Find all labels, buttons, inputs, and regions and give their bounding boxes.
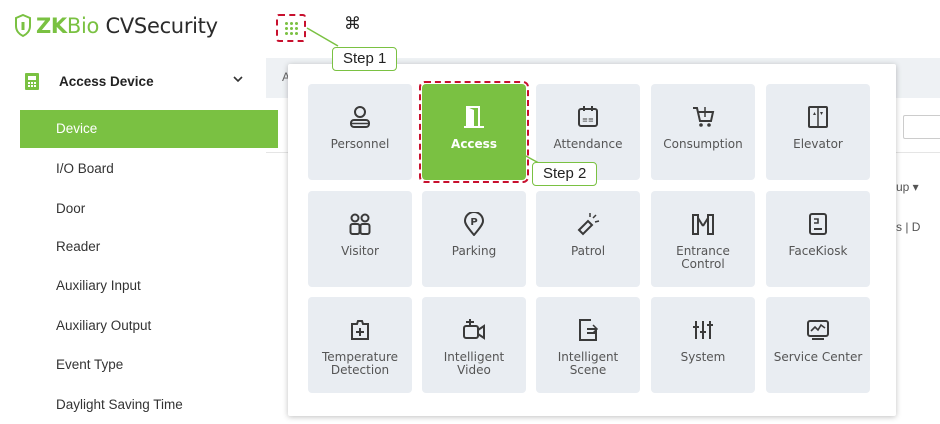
service-center-icon: [805, 317, 831, 343]
access-tile-highlight: [419, 81, 529, 183]
tile-personnel[interactable]: Personnel: [308, 84, 412, 180]
tile-label: Service Center: [773, 350, 863, 364]
tile-label: Consumption: [663, 137, 743, 151]
logo-cvsecurity-text: CVSecurity: [99, 14, 218, 38]
toolbar-partial-text: s | D: [896, 220, 921, 234]
apps-menu-button[interactable]: [276, 14, 306, 42]
sidebar-item-auxiliary-input[interactable]: Auxiliary Input: [20, 267, 278, 305]
tile-label: Intelligent Video: [443, 350, 505, 377]
command-icon[interactable]: ⌘: [344, 14, 361, 34]
tile-consumption[interactable]: Consumption: [651, 84, 755, 180]
search-input-partial[interactable]: [903, 115, 940, 139]
intelligent-scene-icon: [575, 317, 601, 343]
app-root: ZKBio CVSecurity ⌘ A up ▾ s | D Access D…: [0, 0, 940, 424]
tile-label: Temperature Detection: [321, 350, 398, 377]
parking-icon: P: [461, 211, 487, 237]
sidebar-item-event-type[interactable]: Event Type: [20, 346, 278, 384]
tile-label: Parking: [451, 244, 497, 258]
tile-patrol[interactable]: Patrol: [536, 191, 640, 287]
sidebar-item-auxiliary-output[interactable]: Auxiliary Output: [20, 307, 278, 345]
tile-label: Attendance: [553, 137, 623, 151]
svg-text:≡≡: ≡≡: [582, 116, 594, 124]
logo-bio-text: Bio: [66, 14, 100, 38]
attendance-icon: ≡≡: [575, 104, 601, 130]
entrance-control-icon: [690, 211, 716, 237]
tile-entrance-control[interactable]: Entrance Control: [651, 191, 755, 287]
intelligent-video-icon: [461, 317, 487, 343]
tile-system[interactable]: System: [651, 297, 755, 393]
tile-label: System: [680, 350, 726, 364]
apps-grid-icon: [284, 21, 298, 35]
tile-label: Visitor: [341, 244, 379, 258]
tile-label: Patrol: [570, 244, 606, 258]
tile-label: Intelligent Scene: [557, 350, 619, 377]
personnel-icon: [347, 104, 373, 130]
step-1-callout: Step 1: [332, 47, 398, 71]
temperature-detection-icon: [347, 317, 373, 343]
tile-parking[interactable]: P Parking: [422, 191, 526, 287]
sidebar-item-door[interactable]: Door: [20, 190, 278, 228]
sidebar-item-io-board[interactable]: I/O Board: [20, 150, 278, 188]
access-device-icon: [25, 73, 39, 90]
app-title: ZKBio CVSecurity: [36, 14, 218, 38]
app-logo[interactable]: ZKBio CVSecurity: [14, 14, 218, 38]
tile-temperature-detection[interactable]: Temperature Detection: [308, 297, 412, 393]
tile-visitor[interactable]: Visitor: [308, 191, 412, 287]
system-icon: [690, 317, 716, 343]
tile-intelligent-video[interactable]: Intelligent Video: [422, 297, 526, 393]
patrol-icon: [575, 211, 601, 237]
sidebar-item-device[interactable]: Device: [20, 110, 278, 148]
sidebar-item-reader[interactable]: Reader: [20, 228, 278, 266]
visitor-icon: [347, 211, 373, 237]
tile-elevator[interactable]: Elevator: [766, 84, 870, 180]
app-launcher-panel: Personnel Access ≡≡ Attendance Consumpti…: [288, 64, 896, 416]
svg-text:P: P: [470, 217, 477, 228]
tile-label: Elevator: [793, 137, 843, 151]
elevator-icon: [805, 104, 831, 130]
chevron-down-icon[interactable]: [232, 73, 244, 88]
tile-service-center[interactable]: Service Center: [766, 297, 870, 393]
tile-intelligent-scene[interactable]: Intelligent Scene: [536, 297, 640, 393]
tile-label: Entrance Control: [676, 244, 730, 271]
facekiosk-icon: [805, 211, 831, 237]
group-dropdown-partial[interactable]: up ▾: [896, 180, 919, 194]
tile-facekiosk[interactable]: FaceKiosk: [766, 191, 870, 287]
sidebar-group-access-device[interactable]: Access Device: [0, 66, 265, 98]
step-2-callout: Step 2: [532, 162, 598, 186]
top-header: ZKBio CVSecurity ⌘: [0, 0, 940, 58]
tile-label: Personnel: [330, 137, 390, 151]
sidebar: Access Device Device I/O Board Door Read…: [0, 58, 278, 424]
consumption-icon: [690, 104, 716, 130]
sidebar-group-label: Access Device: [59, 74, 154, 89]
shield-logo-icon: [15, 14, 31, 38]
logo-zk-text: ZK: [36, 14, 67, 38]
sidebar-item-daylight-saving-time[interactable]: Daylight Saving Time: [20, 386, 278, 424]
tile-label: FaceKiosk: [788, 244, 848, 258]
